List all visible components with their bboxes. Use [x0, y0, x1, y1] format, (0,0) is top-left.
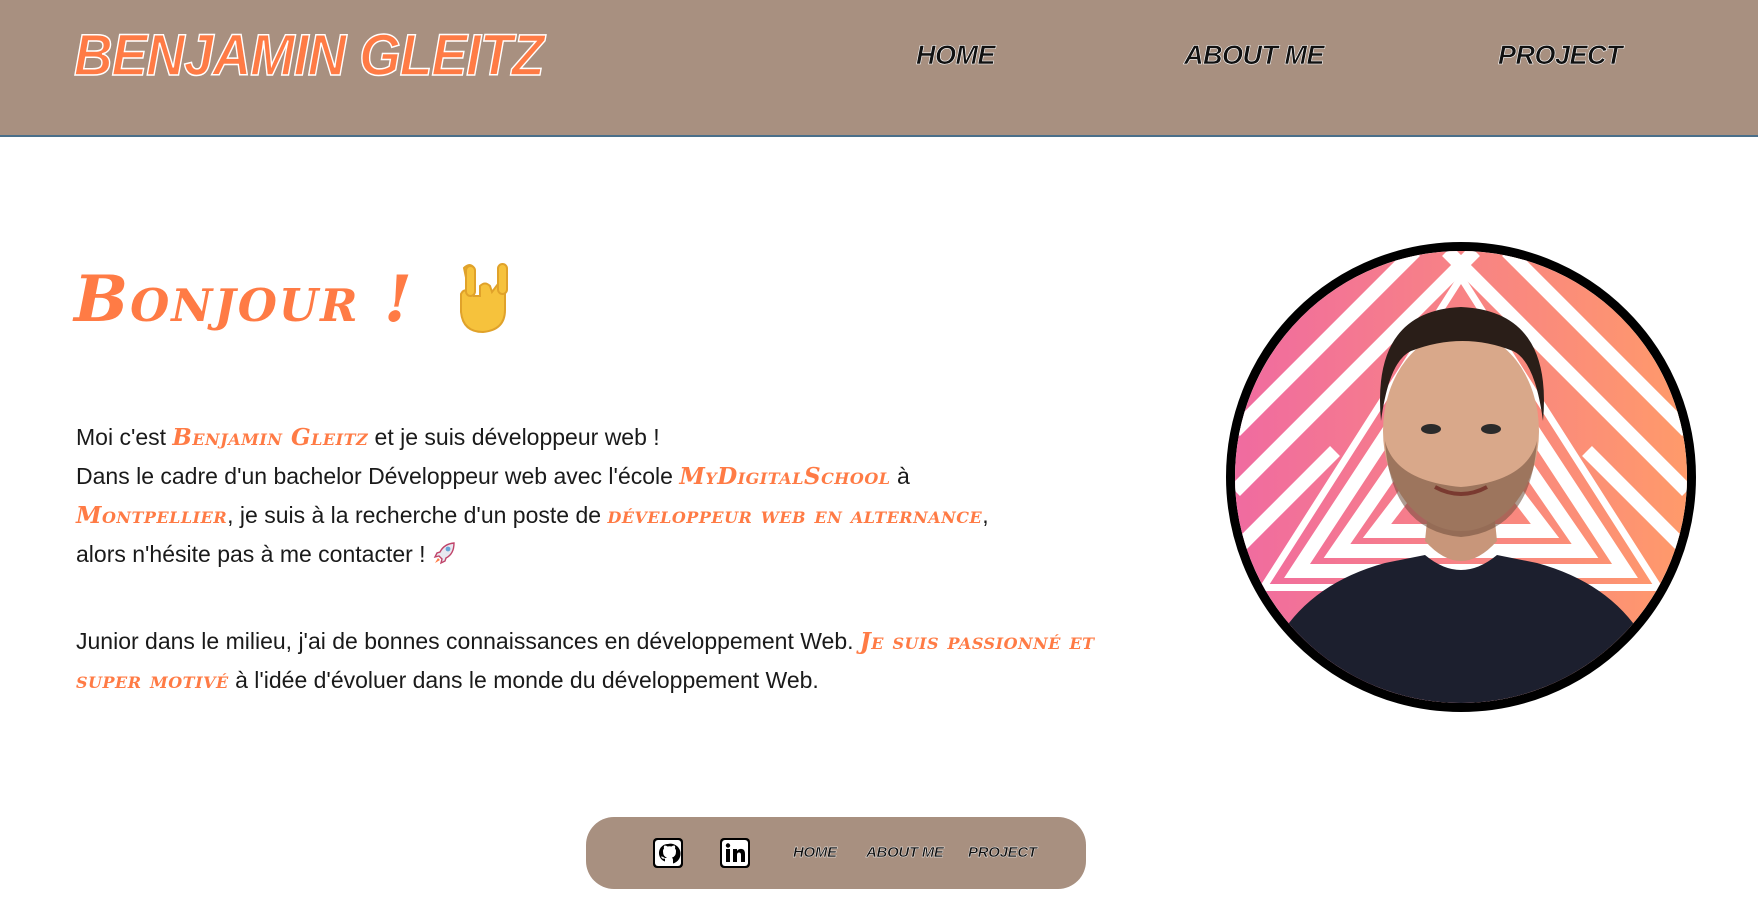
nav-project[interactable]: Project: [1498, 40, 1623, 71]
linkedin-icon[interactable]: [719, 837, 751, 869]
rock-hand-icon: [460, 263, 508, 334]
junior-paragraph: Junior dans le milieu, j'ai de bonnes co…: [76, 622, 1096, 700]
intro-text-d: à: [890, 463, 910, 489]
intro-text-e: , je suis à la recherche d'un poste de: [227, 502, 608, 528]
footer-link-about-me[interactable]: About me: [866, 844, 944, 861]
brand-logo[interactable]: Benjamin Gleitz: [73, 22, 545, 89]
intro-text-a: Moi c'est: [76, 424, 173, 450]
github-icon[interactable]: [652, 837, 684, 869]
nav-home[interactable]: Home: [916, 40, 996, 71]
footer-link-project[interactable]: Project: [968, 844, 1037, 861]
footer-link-home[interactable]: Home: [793, 844, 838, 861]
highlight-city: Montpellier: [76, 502, 228, 529]
intro-paragraph: Moi c'est Benjamin Gleitz et je suis dév…: [76, 418, 1096, 573]
avatar-image: [1235, 251, 1687, 703]
intro-text-c: Dans le cadre d'un bachelor Développeur …: [76, 463, 680, 489]
highlight-name: Benjamin Gleitz: [172, 424, 369, 451]
nav-about-me[interactable]: About me: [1184, 40, 1325, 71]
highlight-school: MyDigitalSchool: [679, 463, 891, 490]
hero-title: Bonjour !: [74, 262, 414, 337]
intro-text-g: alors n'hésite pas à me contacter !: [76, 541, 432, 567]
intro-text-b: et je suis développeur web !: [368, 424, 660, 450]
profile-avatar: [1226, 242, 1696, 712]
site-header: Benjamin Gleitz Home About me Project: [0, 0, 1758, 137]
highlight-role: développeur web en alternance: [607, 502, 983, 529]
rocket-icon: [432, 539, 458, 565]
footer-bar: Home About me Project: [586, 817, 1086, 889]
intro-text-f: ,: [982, 502, 989, 528]
junior-text-b: à l'idée d'évoluer dans le monde du déve…: [228, 667, 819, 693]
junior-text-a: Junior dans le milieu, j'ai de bonnes co…: [76, 628, 860, 654]
